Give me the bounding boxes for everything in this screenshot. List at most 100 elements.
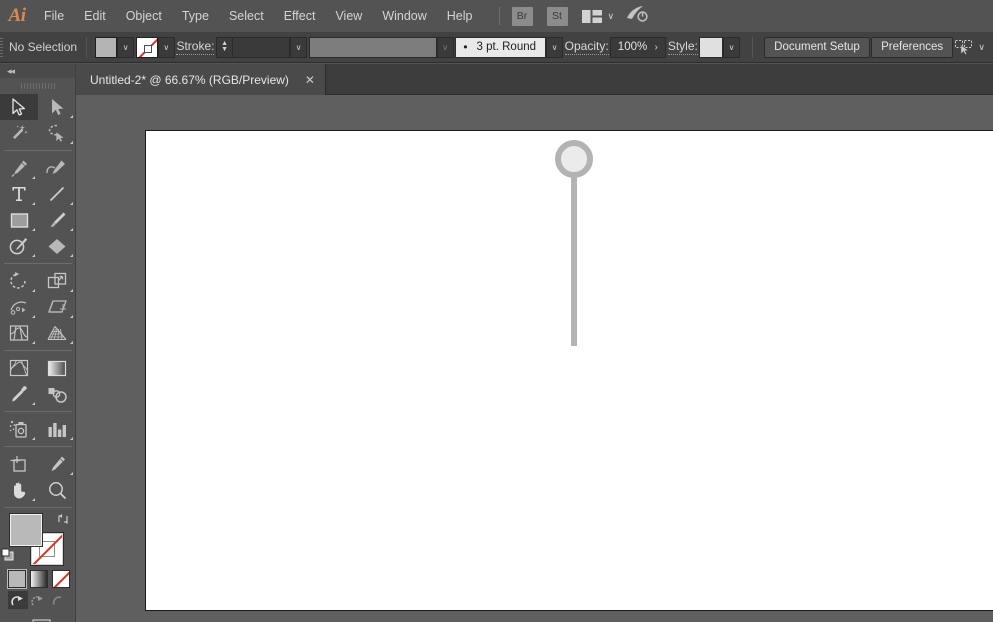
stroke-weight-stepper[interactable]: ▲▼ (216, 37, 233, 58)
magic-wand-tool[interactable] (0, 120, 38, 146)
canvas-area[interactable] (76, 95, 993, 622)
fill-color-indicator[interactable] (10, 514, 42, 546)
balloon-pin-head[interactable] (555, 140, 593, 178)
stroke-none-swatch[interactable] (136, 37, 158, 58)
perspective-grid-tool[interactable] (38, 320, 76, 346)
menu-window[interactable]: Window (372, 0, 436, 32)
document-tab[interactable]: Untitled-2* @ 66.67% (RGB/Preview) ✕ (76, 64, 326, 95)
tool-flyout-indicator (70, 289, 73, 292)
default-fill-stroke-icon[interactable] (1, 548, 15, 562)
menu-effect[interactable]: Effect (274, 0, 326, 32)
menu-select[interactable]: Select (219, 0, 274, 32)
menu-help[interactable]: Help (437, 0, 483, 32)
variable-width-profile-control[interactable]: ∨ (309, 37, 454, 58)
draw-inside-mode[interactable] (48, 591, 68, 609)
mesh-tool[interactable] (0, 355, 38, 381)
tool-flyout-indicator (32, 176, 35, 179)
tool-flyout-indicator (32, 254, 35, 257)
tool-flyout-indicator (70, 228, 73, 231)
tool-divider (4, 446, 72, 447)
tool-group-drawing (0, 155, 76, 259)
eraser-tool[interactable] (38, 233, 76, 259)
type-tool[interactable] (0, 181, 38, 207)
symbol-sprayer-tool[interactable] (0, 416, 38, 442)
tool-flyout-indicator (32, 289, 35, 292)
gradient-mode-button[interactable] (30, 570, 48, 588)
opacity-value: 100% (618, 41, 647, 53)
slice-tool[interactable] (38, 451, 76, 477)
menu-edit[interactable]: Edit (74, 0, 116, 32)
curvature-tool[interactable] (38, 155, 76, 181)
menu-object[interactable]: Object (116, 0, 172, 32)
brush-definition-field[interactable]: • 3 pt. Round (455, 37, 546, 58)
graphic-style-swatch[interactable] (699, 37, 723, 58)
column-graph-tool[interactable] (38, 416, 76, 442)
variable-width-chevron-down-icon[interactable]: ∨ (437, 37, 454, 58)
swap-fill-stroke-icon[interactable] (56, 512, 70, 526)
style-chevron-down-icon[interactable]: ∨ (723, 37, 740, 58)
scale-tool[interactable] (38, 268, 76, 294)
opacity-expand-icon[interactable]: › (647, 42, 665, 53)
stroke-weight-chevron-down-icon[interactable]: ∨ (290, 37, 307, 58)
stroke-weight-control[interactable]: ▲▼ ∨ (216, 37, 307, 58)
selection-tool[interactable] (0, 94, 38, 120)
fill-color-swatch[interactable] (95, 37, 117, 58)
brush-definition-control[interactable]: • 3 pt. Round ∨ (455, 37, 563, 58)
shaper-tool[interactable] (0, 233, 38, 259)
width-tool[interactable] (0, 294, 38, 320)
tools-panel: ◂◂ (0, 64, 76, 622)
blend-tool[interactable] (38, 381, 76, 407)
hand-tool[interactable] (0, 477, 38, 503)
stroke-chevron-down-icon[interactable]: ∨ (158, 37, 175, 58)
tools-panel-grip[interactable] (0, 78, 75, 94)
variable-width-profile-field[interactable] (309, 37, 437, 58)
eyedropper-tool[interactable] (0, 381, 38, 407)
none-mode-button[interactable] (52, 570, 70, 588)
document-setup-button[interactable]: Document Setup (764, 37, 870, 58)
artboard-tool[interactable] (0, 451, 38, 477)
paintbrush-tool[interactable] (38, 207, 76, 233)
select-similar-chevron-down-icon[interactable]: ∨ (978, 42, 985, 53)
draw-normal-mode[interactable] (8, 591, 28, 609)
fill-chevron-down-icon[interactable]: ∨ (117, 37, 134, 58)
lasso-tool[interactable] (38, 120, 76, 146)
color-mode-button[interactable] (8, 570, 26, 588)
menubar-divider (499, 7, 500, 25)
fill-control[interactable]: ∨ (95, 37, 134, 58)
color-mode-buttons (0, 566, 75, 588)
chevron-down-icon[interactable]: ∨ (608, 11, 615, 22)
rectangle-tool[interactable] (0, 207, 38, 233)
zoom-tool[interactable] (38, 477, 76, 503)
close-icon[interactable]: ✕ (305, 74, 315, 86)
select-similar-objects-icon[interactable] (955, 40, 974, 55)
bridge-icon[interactable]: Br (512, 7, 533, 26)
tools-panel-collapse-button[interactable]: ◂◂ (0, 64, 75, 78)
direct-selection-tool[interactable] (38, 94, 76, 120)
brush-chevron-down-icon[interactable]: ∨ (546, 37, 563, 58)
adobe-stock-icon[interactable]: St (547, 7, 568, 26)
preferences-button[interactable]: Preferences (871, 37, 953, 58)
stroke-control[interactable]: ∨ (136, 37, 175, 58)
pen-tool[interactable] (0, 155, 38, 181)
menu-view[interactable]: View (325, 0, 372, 32)
line-segment-tool[interactable] (38, 181, 76, 207)
balloon-pin-stem[interactable] (571, 171, 577, 346)
change-screen-mode-button[interactable] (0, 609, 75, 622)
draw-behind-mode[interactable] (28, 591, 48, 609)
menu-file[interactable]: File (34, 0, 74, 32)
free-transform-tool[interactable] (38, 294, 76, 320)
creative-cloud-icon[interactable] (626, 5, 648, 28)
gradient-tool[interactable] (38, 355, 76, 381)
artboard[interactable] (146, 131, 993, 610)
graphic-style-control[interactable]: ∨ (699, 37, 740, 58)
opacity-input[interactable]: 100% › (610, 37, 666, 58)
control-bar-grip[interactable] (0, 32, 3, 63)
rotate-tool[interactable] (0, 268, 38, 294)
style-label[interactable]: Style: (668, 40, 698, 55)
opacity-label[interactable]: Opacity: (565, 40, 609, 55)
stroke-weight-label[interactable]: Stroke: (176, 40, 214, 55)
arrange-documents-icon[interactable] (582, 10, 602, 23)
menu-type[interactable]: Type (172, 0, 219, 32)
stroke-weight-input[interactable] (233, 37, 290, 58)
shape-builder-tool[interactable] (0, 320, 38, 346)
